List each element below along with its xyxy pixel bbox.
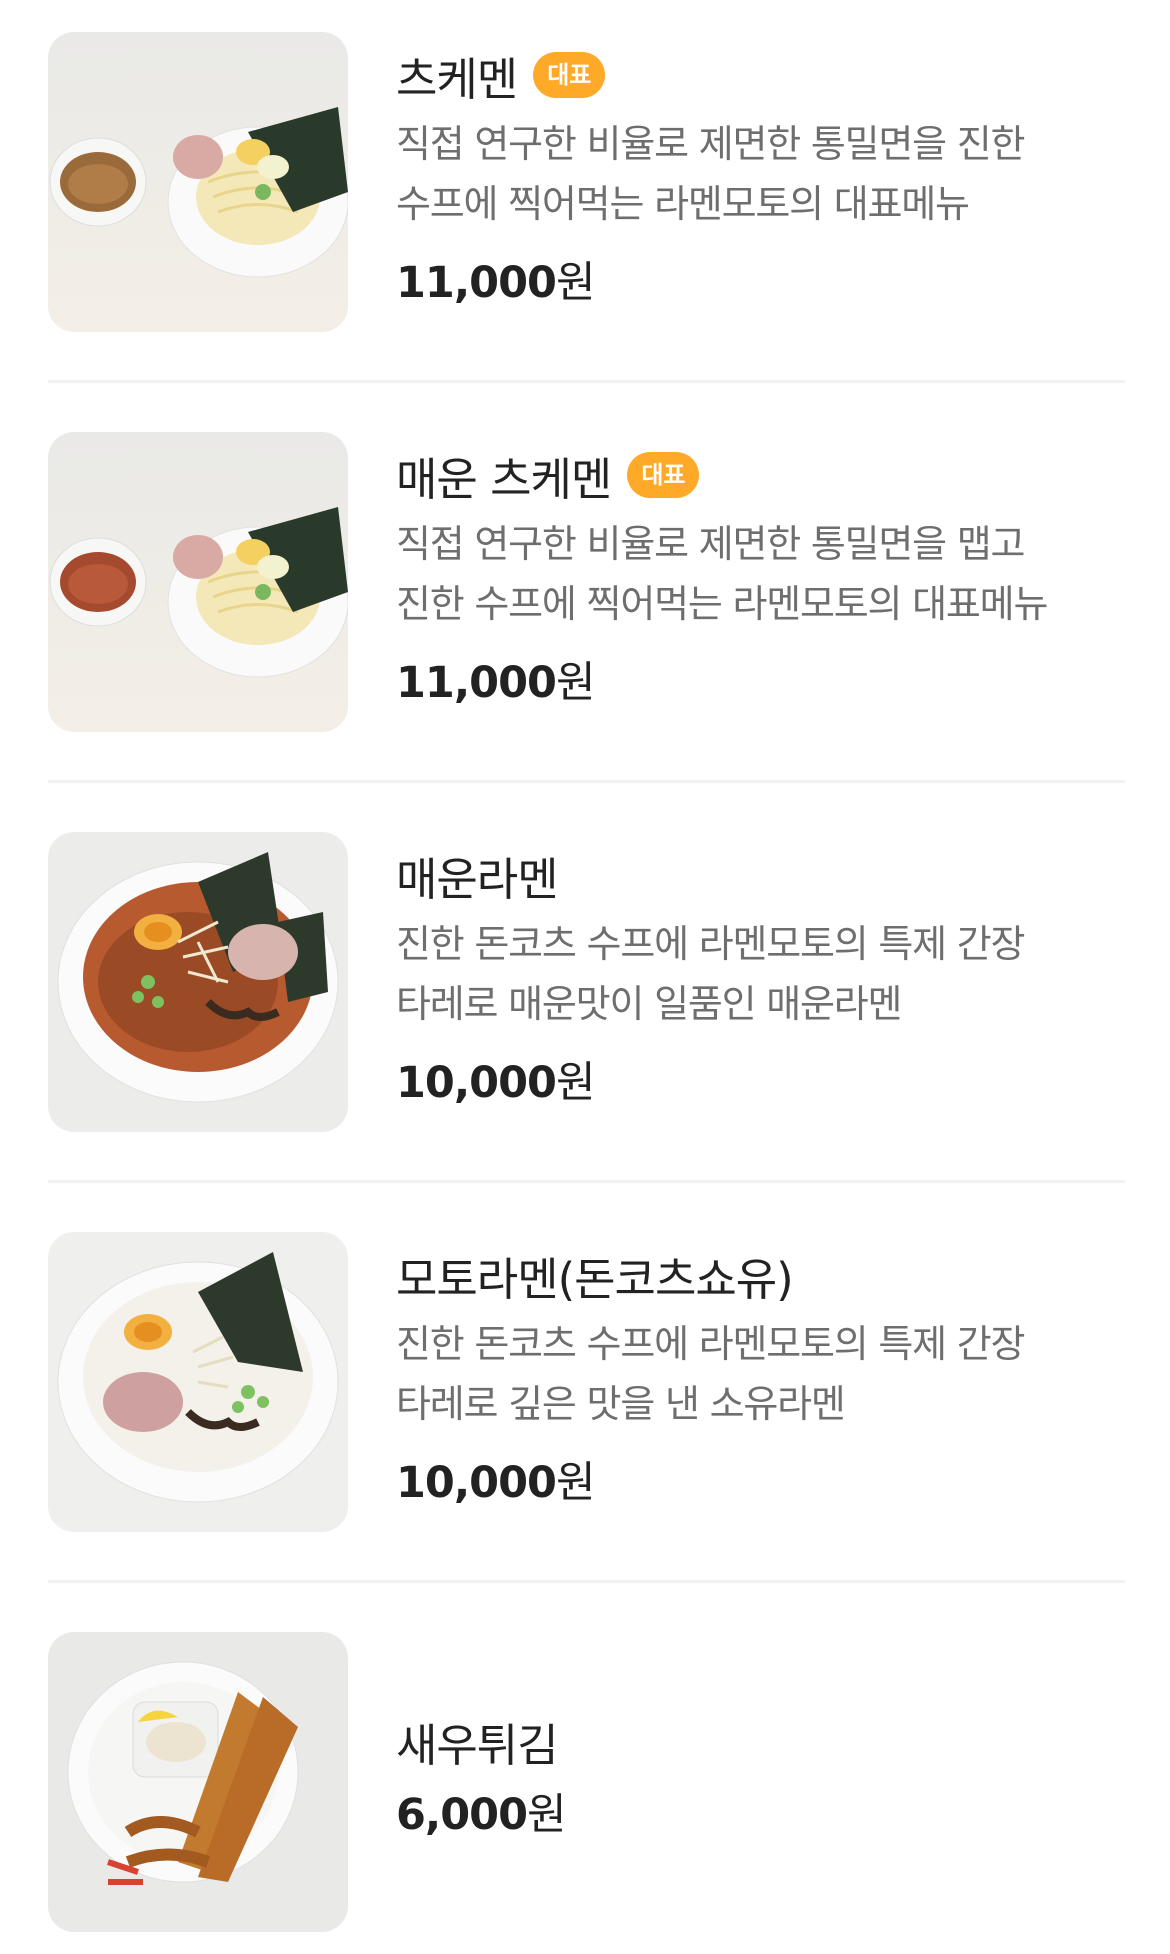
spicy-ramen-photo	[48, 832, 348, 1132]
price-amount: 11,000	[396, 258, 557, 308]
signature-badge: 대표	[627, 452, 700, 498]
fried-shrimp-photo	[48, 1632, 348, 1932]
description-line: 진한 돈코츠 수프에 라멘모토의 특제 간장	[396, 1322, 1026, 1366]
price-currency: 원	[527, 1790, 567, 1840]
tsukemen-photo	[48, 32, 348, 332]
description-line: 직접 연구한 비율로 제면한 통밀면을 맵고	[396, 522, 1026, 566]
price-amount: 10,000	[396, 1458, 557, 1508]
menu-item-tsukemen[interactable]: 츠케멘 대표 직접 연구한 비율로 제면한 통밀면을 진한 수프에 찍어먹는 라…	[48, 32, 1125, 332]
menu-item-name: 츠케멘	[396, 52, 518, 106]
menu-item-price: 11,000원	[396, 248, 1131, 310]
price-amount: 10,000	[396, 1058, 557, 1108]
description-line: 진한 수프에 찍어먹는 라멘모토의 대표메뉴	[396, 582, 1048, 626]
menu-item-name: 매운 츠케멘	[396, 452, 612, 506]
menu-item-description: 직접 연구한 비율로 제면한 통밀면을 진한 수프에 찍어먹는 라멘모토의 대표…	[396, 114, 1131, 234]
menu-item-price: 6,000원	[396, 1780, 1131, 1842]
price-currency: 원	[555, 658, 596, 708]
price-currency: 원	[555, 258, 596, 308]
menu-item-info: 모토라멘(돈코츠쇼유) 진한 돈코츠 수프에 라멘모토의 특제 간장 타레로 깊…	[396, 1232, 1131, 1510]
spicy-tsukemen-photo	[48, 432, 348, 732]
price-currency: 원	[555, 1458, 596, 1508]
menu-item-name: 모토라멘(돈코츠쇼유)	[396, 1252, 794, 1306]
menu-item-moto-ramen[interactable]: 모토라멘(돈코츠쇼유) 진한 돈코츠 수프에 라멘모토의 특제 간장 타레로 깊…	[48, 1232, 1125, 1532]
description-line: 수프에 찍어먹는 라멘모토의 대표메뉴	[396, 182, 970, 226]
price-amount: 11,000	[396, 658, 557, 708]
description-line: 직접 연구한 비율로 제면한 통밀면을 진한	[396, 122, 1026, 166]
price-currency: 원	[555, 1058, 596, 1108]
menu-item-info: 매운 츠케멘 대표 직접 연구한 비율로 제면한 통밀면을 맵고 진한 수프에 …	[396, 432, 1131, 710]
moto-ramen-photo	[48, 1232, 348, 1532]
menu-item-description: 진한 돈코츠 수프에 라멘모토의 특제 간장 타레로 매운맛이 일품인 매운라멘	[396, 914, 1131, 1034]
signature-badge: 대표	[533, 52, 606, 98]
menu-item-name: 매운라멘	[396, 852, 559, 906]
item-divider	[48, 1580, 1125, 1583]
price-amount: 6,000	[396, 1790, 528, 1840]
item-divider	[48, 1180, 1125, 1183]
menu-item-price: 10,000원	[396, 1048, 1131, 1110]
item-divider	[48, 380, 1125, 383]
menu-item-spicy-tsukemen[interactable]: 매운 츠케멘 대표 직접 연구한 비율로 제면한 통밀면을 맵고 진한 수프에 …	[48, 432, 1125, 732]
menu-item-spicy-ramen[interactable]: 매운라멘 진한 돈코츠 수프에 라멘모토의 특제 간장 타레로 매운맛이 일품인…	[48, 832, 1125, 1132]
item-divider	[48, 780, 1125, 783]
menu-item-price: 10,000원	[396, 1448, 1131, 1510]
menu-item-info: 매운라멘 진한 돈코츠 수프에 라멘모토의 특제 간장 타레로 매운맛이 일품인…	[396, 832, 1131, 1110]
menu-item-name: 새우튀김	[396, 1718, 559, 1772]
menu-item-fried-shrimp[interactable]: 새우튀김 6,000원	[48, 1632, 1125, 1932]
menu-item-info: 츠케멘 대표 직접 연구한 비율로 제면한 통밀면을 진한 수프에 찍어먹는 라…	[396, 32, 1131, 310]
menu-item-info: 새우튀김 6,000원	[396, 1632, 1131, 1842]
menu-item-price: 11,000원	[396, 648, 1131, 710]
menu-item-description: 진한 돈코츠 수프에 라멘모토의 특제 간장 타레로 깊은 맛을 낸 소유라멘	[396, 1314, 1131, 1434]
description-line: 진한 돈코츠 수프에 라멘모토의 특제 간장	[396, 922, 1026, 966]
menu-item-description: 직접 연구한 비율로 제면한 통밀면을 맵고 진한 수프에 찍어먹는 라멘모토의…	[396, 514, 1131, 634]
description-line: 타레로 깊은 맛을 낸 소유라멘	[396, 1382, 846, 1426]
description-line: 타레로 매운맛이 일품인 매운라멘	[396, 982, 902, 1026]
